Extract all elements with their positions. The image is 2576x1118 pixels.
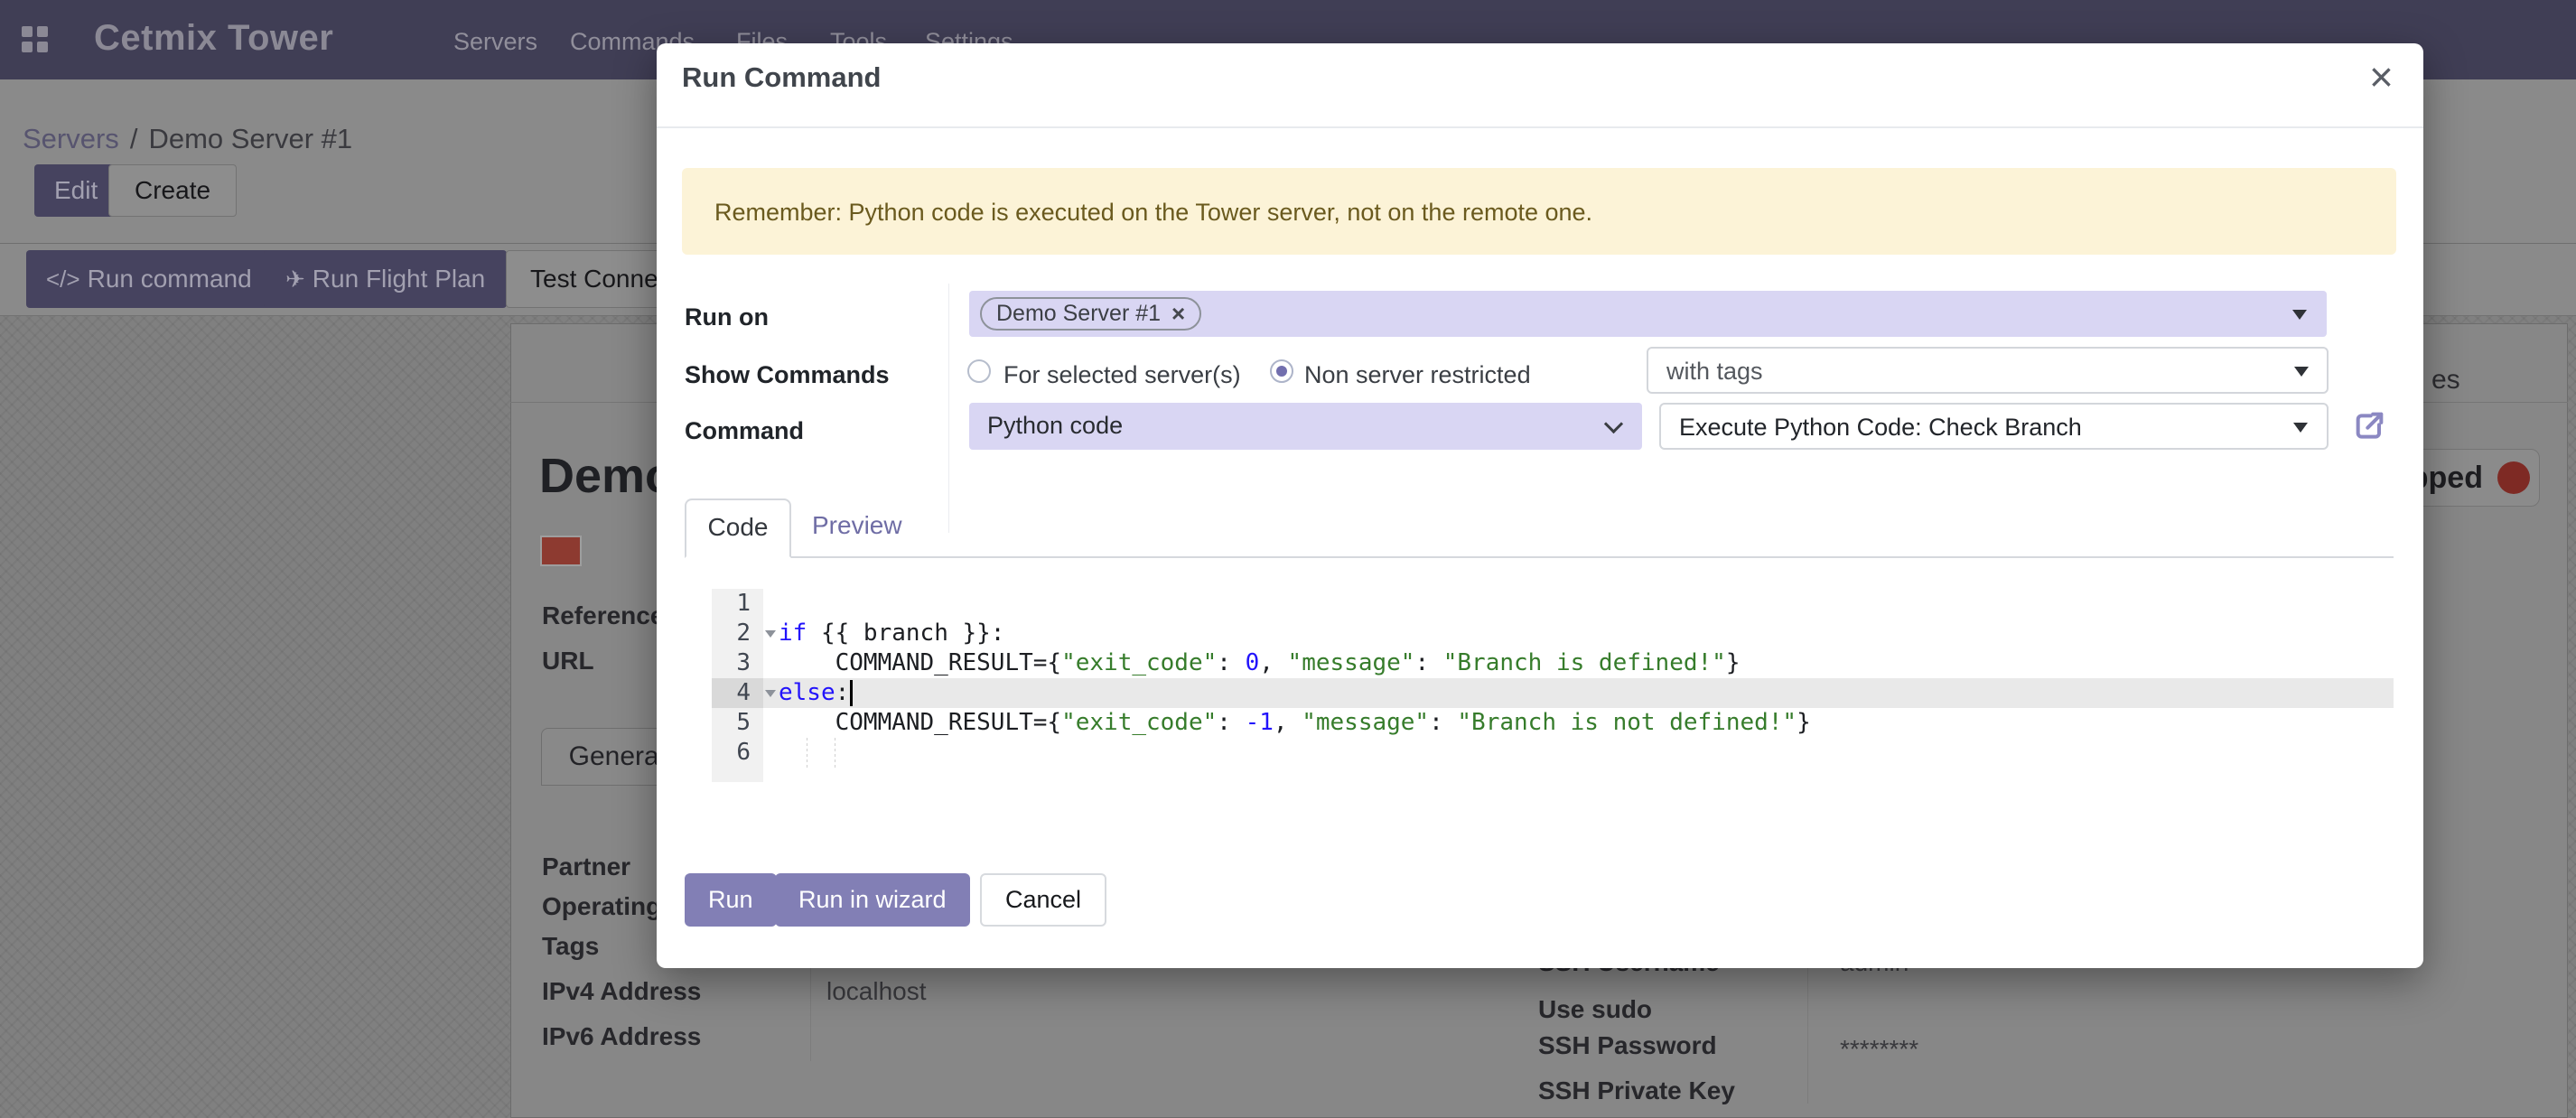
code-line[interactable]: COMMAND_RESULT={"exit_code": 0, "message… [763, 648, 2394, 678]
edit-button[interactable]: Edit [34, 164, 117, 217]
editor-gutter: 123456 [712, 589, 763, 782]
modal-title: Run Command [682, 61, 881, 94]
tags-label: Tags [542, 932, 599, 961]
code-line[interactable]: if {{ branch }}: [763, 619, 2394, 648]
partner-label: Partner [542, 852, 630, 881]
run-in-wizard-button[interactable]: Run in wizard [775, 873, 970, 927]
plane-icon: ✈ [285, 266, 305, 293]
radio-selected-dot [1276, 366, 1287, 377]
nav-item-servers[interactable]: Servers [453, 28, 537, 56]
chevron-down-icon [1604, 415, 1623, 433]
gutter-line-number: 1 [712, 589, 763, 619]
command-type-select[interactable]: Python code [969, 403, 1642, 450]
run-flight-plan-button[interactable]: ✈Run Flight Plan [264, 250, 507, 308]
command-type-value: Python code [987, 412, 1123, 440]
field-group-divider [948, 284, 949, 533]
code-editor[interactable]: 123456 if {{ branch }}: COMMAND_RESULT={… [712, 589, 2394, 782]
tabbar-divider [685, 556, 2394, 558]
text-cursor [850, 680, 853, 706]
tab-code[interactable]: Code [685, 498, 791, 558]
editor-code[interactable]: if {{ branch }}: COMMAND_RESULT={"exit_c… [763, 589, 2394, 782]
breadcrumb: Servers / Demo Server #1 [23, 123, 352, 155]
radio-non-server-restricted[interactable] [1270, 359, 1293, 383]
server-tag-label: Demo Server #1 [996, 301, 1161, 327]
code-line[interactable]: COMMAND_RESULT={"exit_code": -1, "messag… [763, 708, 2394, 738]
status-dot-icon [2497, 461, 2530, 494]
breadcrumb-record: Demo Server #1 [148, 123, 352, 155]
ipv4-address-label: IPv4 Address [542, 977, 701, 1006]
code-icon: </> [46, 266, 80, 293]
radio-non-server-restricted-label[interactable]: Non server restricted [1304, 361, 1531, 389]
radio-for-selected-servers[interactable] [967, 359, 991, 383]
fold-arrow-icon[interactable] [765, 630, 776, 638]
ssh-private-key-label: SSH Private Key [1538, 1076, 1735, 1105]
caret-down-icon [2293, 423, 2308, 433]
run-button[interactable]: Run [685, 873, 777, 927]
radio-for-selected-servers-label[interactable]: For selected server(s) [1003, 361, 1241, 389]
app-brand[interactable]: Cetmix Tower [94, 18, 333, 59]
use-sudo-label: Use sudo [1538, 995, 1652, 1024]
external-link-icon[interactable] [2351, 408, 2387, 444]
reference-label: Reference [542, 601, 664, 630]
ssh-password-label: SSH Password [1538, 1031, 1717, 1060]
apps-grid-icon[interactable] [22, 26, 49, 53]
run-command-modal: Run Command × Remember: Python code is e… [657, 43, 2423, 968]
with-tags-placeholder: with tags [1666, 358, 1763, 386]
code-line[interactable] [763, 589, 2394, 619]
code-line[interactable] [763, 738, 2394, 768]
command-select[interactable]: Execute Python Code: Check Branch [1659, 403, 2329, 450]
url-label: URL [542, 647, 594, 675]
cancel-button[interactable]: Cancel [980, 873, 1106, 927]
fold-arrow-icon[interactable] [765, 690, 776, 697]
ipv4-address-value: localhost [826, 977, 927, 1006]
caret-down-icon [2294, 367, 2309, 377]
ipv6-address-label: IPv6 Address [542, 1022, 701, 1051]
modal-header-divider [657, 126, 2423, 128]
run-on-select[interactable]: Demo Server #1 × [969, 291, 2327, 337]
gutter-line-number: 5 [712, 708, 763, 738]
server-tag-pill: Demo Server #1 × [980, 297, 1201, 331]
remove-tag-icon[interactable]: × [1171, 300, 1185, 328]
breadcrumb-separator: / [130, 123, 138, 155]
run-on-label: Run on [685, 303, 769, 331]
server-color-swatch[interactable] [540, 536, 582, 566]
gutter-line-number: 3 [712, 648, 763, 678]
show-commands-label: Show Commands [685, 361, 890, 389]
with-tags-select[interactable]: with tags [1647, 347, 2329, 394]
gutter-line-number: 2 [712, 619, 763, 648]
gutter-line-number: 4 [712, 678, 763, 708]
run-command-button[interactable]: </>Run command [26, 250, 272, 308]
ssh-password-value: ******** [1840, 1035, 1918, 1064]
code-line[interactable]: else: [712, 678, 2394, 708]
stat-button-fragment[interactable]: es [2431, 365, 2460, 396]
close-icon[interactable]: × [2369, 56, 2394, 98]
command-label: Command [685, 417, 804, 445]
gutter-line-number: 6 [712, 738, 763, 768]
breadcrumb-section[interactable]: Servers [23, 123, 119, 155]
command-select-value: Execute Python Code: Check Branch [1679, 414, 2082, 442]
caret-down-icon[interactable] [2292, 310, 2307, 320]
warning-alert-text: Remember: Python code is executed on the… [714, 199, 1592, 227]
create-button[interactable]: Create [108, 164, 237, 217]
tab-preview[interactable]: Preview [812, 511, 902, 540]
